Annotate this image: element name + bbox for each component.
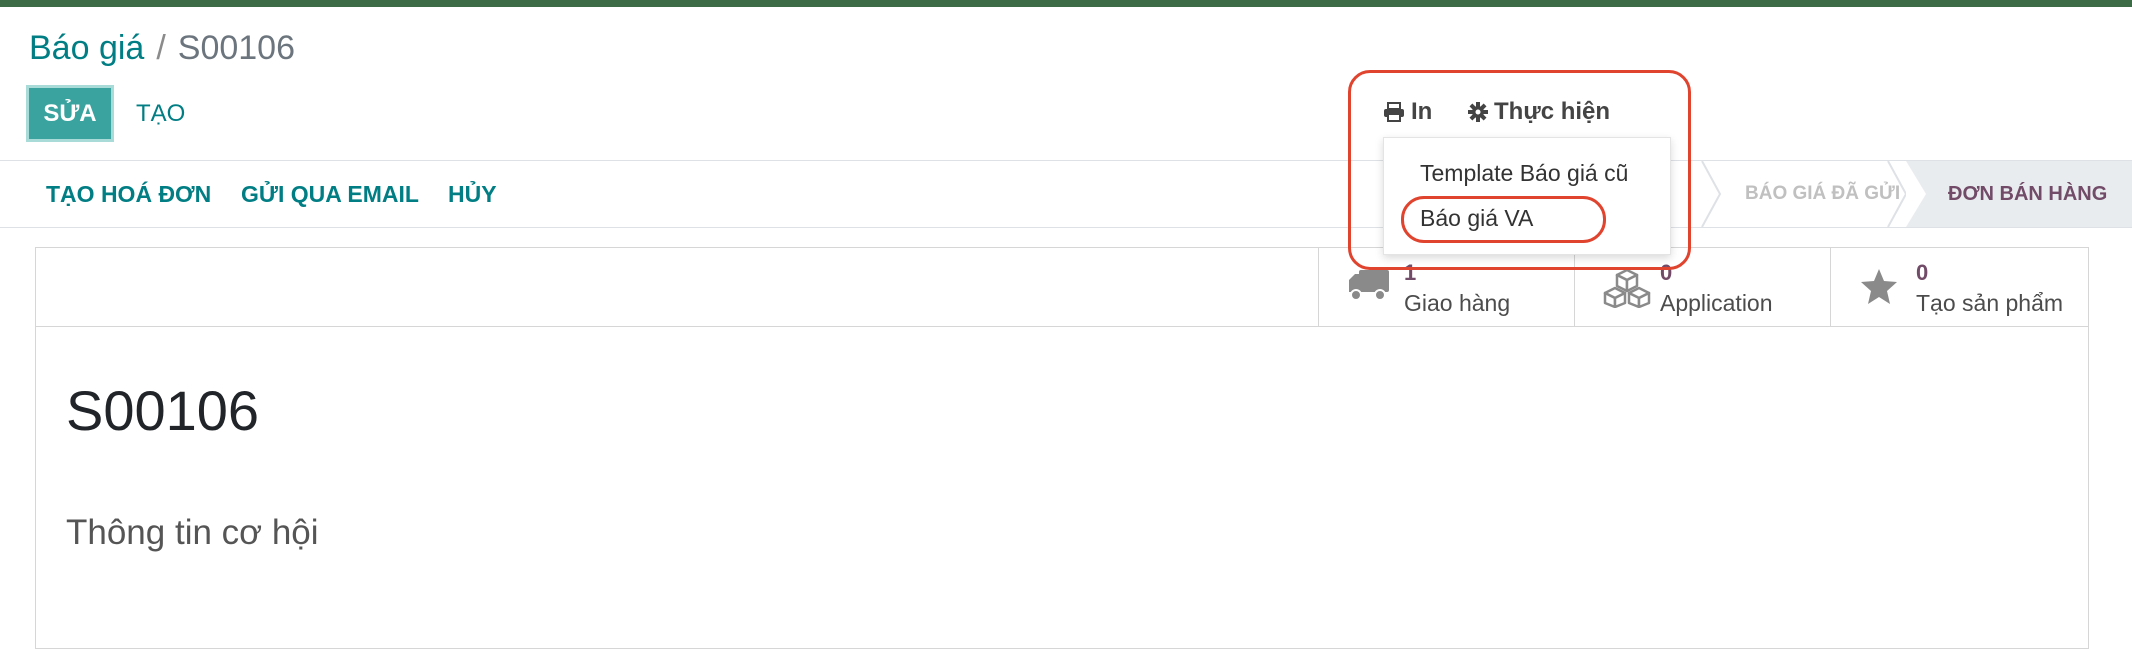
- stage-sales-order-label: ĐƠN BÁN HÀNG: [1948, 183, 2108, 205]
- stage-quotation-sent[interactable]: BÁO GIÁ ĐÃ GỬI: [1745, 161, 1900, 227]
- truck-icon: [1349, 270, 1389, 301]
- record-name: S00106: [66, 379, 260, 442]
- stage-separator: [1701, 161, 1722, 227]
- stage-arrow-notch: [1906, 161, 1926, 227]
- smart-button-box: 1 Giao hàng 0 Application 0 Tạo sản phẩm: [36, 248, 2088, 327]
- application-label: Application: [1660, 290, 1773, 316]
- breadcrumb-parent-link[interactable]: Báo giá: [29, 29, 144, 67]
- create-product-count: 0: [1916, 260, 1929, 285]
- form-sheet: 1 Giao hàng 0 Application 0 Tạo sản phẩm…: [35, 247, 2089, 649]
- section-title: Thông tin cơ hội: [66, 513, 319, 552]
- stage-sales-order[interactable]: ĐƠN BÁN HÀNG: [1906, 161, 2132, 227]
- status-bar: TẠO HOÁ ĐƠN GỬI QUA EMAIL HỦY IÁ BÁO GIÁ…: [0, 160, 2132, 228]
- delivery-label: Giao hàng: [1404, 290, 1511, 316]
- annotation-highlight-item: [1401, 196, 1606, 243]
- breadcrumb-current: S00106: [177, 29, 296, 67]
- send-email-button[interactable]: GỬI QUA EMAIL: [241, 161, 419, 227]
- create-invoice-button[interactable]: TẠO HOÁ ĐƠN: [46, 161, 211, 227]
- cubes-icon: [1603, 268, 1651, 308]
- star-icon: [1861, 269, 1897, 304]
- breadcrumb: Báo giá / S00106: [29, 26, 295, 70]
- top-navbar-strip: [0, 0, 2132, 7]
- smart-button-create-product[interactable]: 0 Tạo sản phẩm: [1830, 248, 2089, 326]
- create-product-label: Tạo sản phẩm: [1916, 290, 2064, 316]
- breadcrumb-separator: /: [156, 29, 166, 67]
- edit-button[interactable]: SỬA: [26, 85, 114, 142]
- create-button[interactable]: TẠO: [136, 85, 185, 142]
- cancel-button[interactable]: HỦY: [448, 161, 497, 227]
